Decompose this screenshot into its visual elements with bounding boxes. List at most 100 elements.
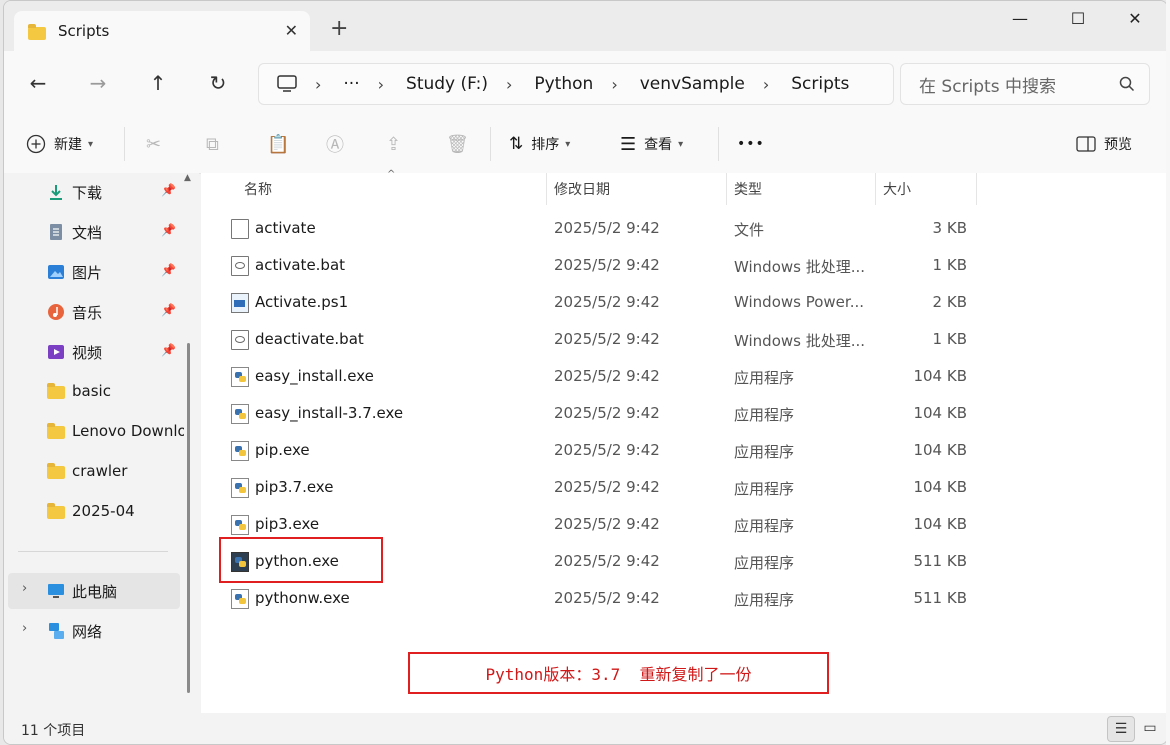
sort-label: 排序 xyxy=(531,137,560,153)
new-tab-button[interactable]: + xyxy=(330,18,348,40)
sidebar-item-this-pc[interactable]: › 此电脑 xyxy=(8,573,180,609)
chevron-down-icon: ▾ xyxy=(678,138,684,150)
file-row[interactable]: pythonw.exe 2025/5/2 9:42 应用程序 511 KB xyxy=(201,580,981,617)
column-divider[interactable] xyxy=(546,173,547,205)
preview-button[interactable]: 预览 xyxy=(1076,129,1132,159)
tab-scripts[interactable]: Scripts ✕ xyxy=(14,11,310,51)
sort-button[interactable]: ⇅ 排序 ▾ xyxy=(509,129,570,159)
column-divider[interactable] xyxy=(976,173,977,205)
column-header-type[interactable]: 类型 xyxy=(734,173,762,205)
column-divider[interactable] xyxy=(726,173,727,205)
breadcrumb-overflow[interactable]: ··· xyxy=(343,74,359,94)
sidebar-item-2025-04[interactable]: 2025-04 xyxy=(4,494,194,530)
file-name: activate xyxy=(255,219,316,237)
plus-circle-icon xyxy=(26,134,46,154)
sidebar-item-videos[interactable]: 视频 📌 xyxy=(4,334,194,370)
delete-icon[interactable]: 🗑 xyxy=(446,129,469,159)
file-row[interactable]: pip3.7.exe 2025/5/2 9:42 应用程序 104 KB xyxy=(201,469,981,506)
cut-icon[interactable]: ✂ xyxy=(146,129,161,159)
download-icon xyxy=(50,185,62,200)
close-tab-icon[interactable]: ✕ xyxy=(285,21,298,40)
minimize-button[interactable]: — xyxy=(997,9,1043,33)
python-exe-icon xyxy=(231,478,249,498)
chevron-down-icon: ▾ xyxy=(565,138,571,150)
scroll-up-arrow-icon[interactable]: ▲ xyxy=(184,173,191,183)
batch-file-icon xyxy=(231,256,249,276)
details-view-icon[interactable]: ☰ xyxy=(1107,716,1135,742)
file-size: 3 KB xyxy=(932,219,967,237)
share-icon[interactable]: ⇪ xyxy=(386,129,401,159)
new-button[interactable]: 新建 ▾ xyxy=(26,129,93,159)
file-icon xyxy=(231,219,249,239)
video-icon xyxy=(48,345,64,359)
rename-icon[interactable]: Ⓐ xyxy=(326,129,344,159)
file-date: 2025/5/2 9:42 xyxy=(554,330,660,348)
computer-icon xyxy=(48,584,64,598)
more-options-button[interactable]: ••• xyxy=(737,129,765,159)
sidebar-item-network[interactable]: › 网络 xyxy=(4,613,194,649)
picture-icon xyxy=(48,265,64,279)
view-label: 查看 xyxy=(644,137,673,153)
python-exe-icon xyxy=(231,441,249,461)
file-explorer-window: Scripts ✕ + — ☐ ✕ ← → ↑ ↻ › ··· › Study … xyxy=(3,0,1168,745)
close-window-button[interactable]: ✕ xyxy=(1112,9,1158,33)
file-row[interactable]: activate.bat 2025/5/2 9:42 Windows 批处理..… xyxy=(201,247,981,284)
file-date: 2025/5/2 9:42 xyxy=(554,552,660,570)
document-icon xyxy=(50,224,62,240)
column-header-date[interactable]: 修改日期 xyxy=(554,173,610,205)
paste-icon[interactable]: 📋 xyxy=(267,129,289,159)
forward-button[interactable]: → xyxy=(82,69,114,97)
pin-icon: 📌 xyxy=(161,303,176,317)
chevron-right-icon[interactable]: › xyxy=(22,621,27,636)
file-name: activate.bat xyxy=(255,256,346,274)
pin-icon: 📌 xyxy=(161,223,176,237)
back-button[interactable]: ← xyxy=(22,69,54,97)
copy-icon[interactable]: ⧉ xyxy=(206,129,219,159)
breadcrumb-python[interactable]: Python xyxy=(534,74,593,94)
file-name: deactivate.bat xyxy=(255,330,364,348)
folder-icon-wrap xyxy=(47,423,65,441)
up-button[interactable]: ↑ xyxy=(142,69,174,97)
toolbar-divider xyxy=(124,127,125,161)
search-box[interactable]: 在 Scripts 中搜索 xyxy=(900,63,1150,105)
view-button[interactable]: ☰ 查看 ▾ xyxy=(620,129,683,159)
chevron-right-icon[interactable]: › xyxy=(22,581,27,596)
file-row[interactable]: Activate.ps1 2025/5/2 9:42 Windows Power… xyxy=(201,284,981,321)
sidebar-item-documents[interactable]: 文档 📌 xyxy=(4,214,194,250)
breadcrumb-scripts[interactable]: Scripts xyxy=(791,74,849,94)
breadcrumb-venvsample[interactable]: venvSample xyxy=(640,74,745,94)
maximize-button[interactable]: ☐ xyxy=(1055,9,1101,33)
search-input[interactable]: 在 Scripts 中搜索 xyxy=(919,72,1119,97)
file-row[interactable]: easy_install.exe 2025/5/2 9:42 应用程序 104 … xyxy=(201,358,981,395)
file-name: Activate.ps1 xyxy=(255,293,349,311)
sidebar-item-music[interactable]: 音乐 📌 xyxy=(4,294,194,330)
python-window-icon xyxy=(231,589,249,609)
file-row[interactable]: pip.exe 2025/5/2 9:42 应用程序 104 KB xyxy=(201,432,981,469)
sidebar-scrollbar[interactable] xyxy=(187,343,190,693)
file-row[interactable]: easy_install-3.7.exe 2025/5/2 9:42 应用程序 … xyxy=(201,395,981,432)
column-header-name[interactable]: 名称 xyxy=(244,173,272,205)
sidebar-item-basic[interactable]: basic xyxy=(4,374,194,410)
file-type: Windows 批处理... xyxy=(734,258,866,276)
sidebar-item-downloads[interactable]: 下载 📌 xyxy=(4,174,194,210)
file-size: 104 KB xyxy=(913,478,967,496)
file-type: 应用程序 xyxy=(734,443,795,461)
sidebar-item-pictures[interactable]: 图片 📌 xyxy=(4,254,194,290)
address-bar[interactable]: › ··· › Study (F:) › Python › venvSample… xyxy=(258,63,894,105)
sidebar-item-lenovo-downloads[interactable]: Lenovo Downloads xyxy=(4,414,194,450)
search-icon xyxy=(1119,76,1135,92)
file-row[interactable]: deactivate.bat 2025/5/2 9:42 Windows 批处理… xyxy=(201,321,981,358)
python-exe-icon xyxy=(231,404,249,424)
refresh-button[interactable]: ↻ xyxy=(202,69,234,97)
tiles-view-icon[interactable]: ▭ xyxy=(1137,716,1163,740)
file-name: pip.exe xyxy=(255,441,310,459)
breadcrumb-separator: › xyxy=(611,74,618,94)
file-row[interactable]: activate 2025/5/2 9:42 文件 3 KB xyxy=(201,210,981,247)
breadcrumb-separator: › xyxy=(377,74,385,94)
sidebar-item-crawler[interactable]: crawler xyxy=(4,454,194,490)
breadcrumb-drive[interactable]: Study (F:) xyxy=(406,74,488,94)
file-size: 104 KB xyxy=(913,367,967,385)
file-date: 2025/5/2 9:42 xyxy=(554,478,660,496)
column-divider[interactable] xyxy=(875,173,876,205)
column-header-size[interactable]: 大小 xyxy=(883,173,911,205)
